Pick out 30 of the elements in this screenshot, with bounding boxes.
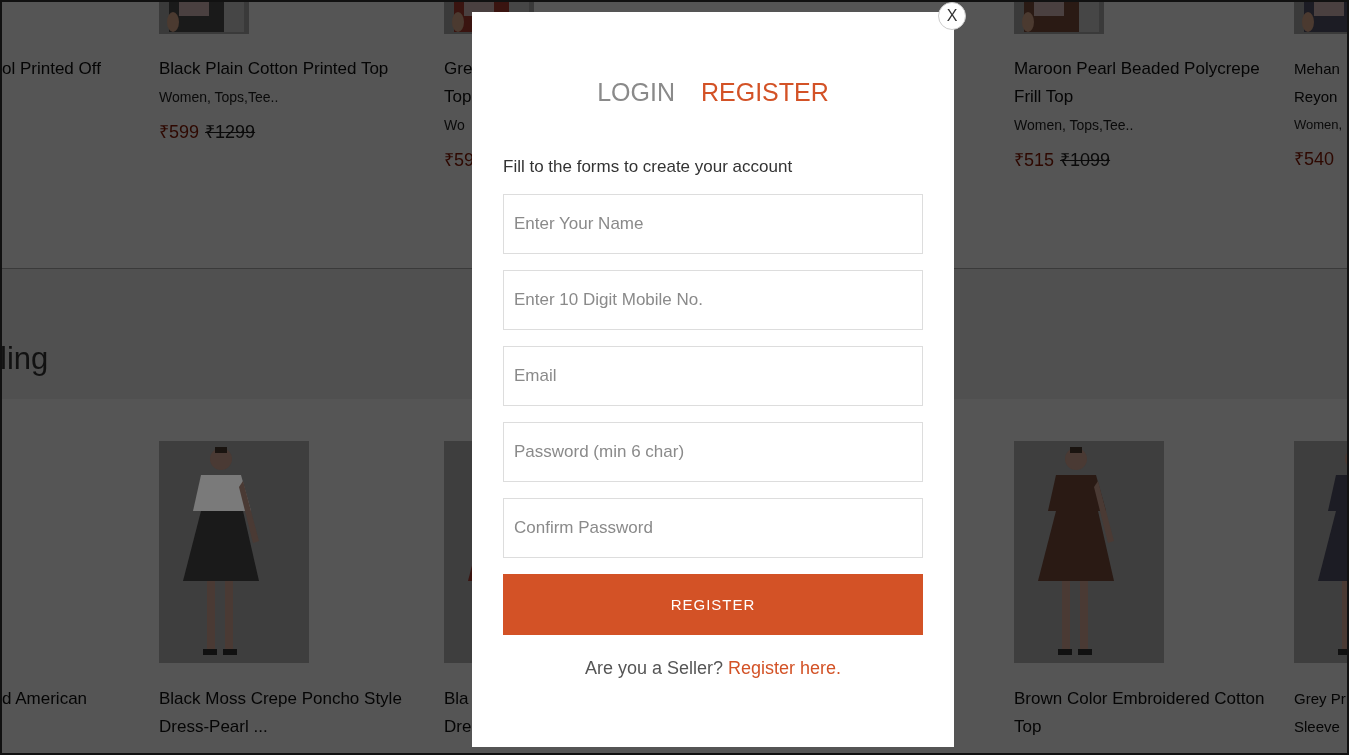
input-field[interactable]: Enter 10 Digit Mobile No. <box>503 270 923 330</box>
dialog-tab[interactable]: REGISTER <box>701 78 829 107</box>
product-title[interactable]: Mehan <box>1294 55 1347 83</box>
register-button[interactable]: REGISTER <box>503 574 923 635</box>
product-title[interactable]: Reyon <box>1294 83 1347 111</box>
product-category: Wo <box>444 117 466 133</box>
form-subtitle: Fill to the forms to create your account <box>503 157 794 177</box>
product-title[interactable]: Grey Pr <box>1294 685 1347 713</box>
product-price: ₹540 <box>1294 148 1335 170</box>
section-heading: ling <box>2 341 49 377</box>
input-field[interactable]: Enter Your Name <box>503 194 923 254</box>
product-price: ₹599 <box>159 121 200 143</box>
product-title[interactable]: Sleeve <box>1294 713 1347 741</box>
product-category: Women, <box>1294 117 1344 132</box>
product-title[interactable]: Dress-Pearl ... <box>159 713 444 741</box>
original-price: ₹1299 <box>205 121 256 143</box>
input-field[interactable]: Password (min 6 char) <box>503 422 923 482</box>
product-title[interactable]: d American <box>2 685 159 713</box>
original-price: ₹1099 <box>1060 149 1111 171</box>
seller-prompt: Are you a Seller? Register here. <box>583 658 843 679</box>
register-link[interactable]: Register here. <box>728 658 842 678</box>
product-title[interactable]: Black Moss Crepe Poncho Style <box>159 685 444 713</box>
input-field[interactable]: Confirm Password <box>503 498 923 558</box>
close-button[interactable]: X <box>938 2 966 30</box>
product-price: ₹515 <box>1014 149 1055 171</box>
dialog-tab[interactable]: LOGIN <box>597 78 675 107</box>
input-field[interactable]: Email <box>503 346 923 406</box>
product-category: Women, Tops,Tee.. <box>159 89 280 105</box>
product-title[interactable]: Black Plain Cotton Printed Top <box>159 55 444 83</box>
product-title[interactable]: ol Printed Off <box>2 55 159 83</box>
